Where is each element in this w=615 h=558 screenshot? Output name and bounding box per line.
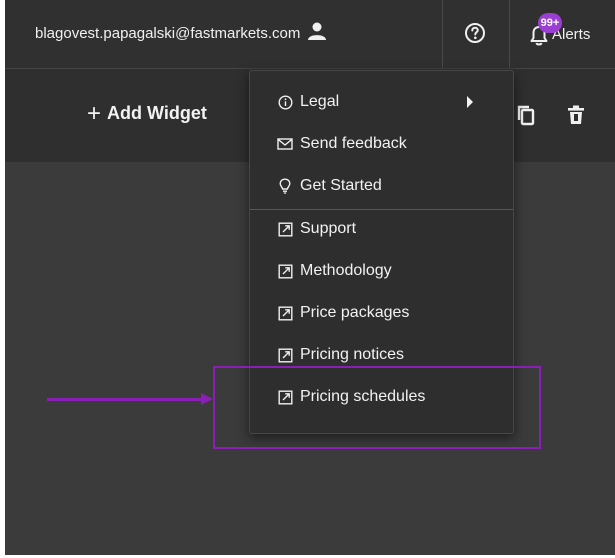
header-divider (442, 0, 443, 68)
external-link-icon (277, 221, 293, 237)
annotation-arrow-head (201, 393, 213, 405)
annotation-highlight-box (213, 366, 541, 449)
help-button[interactable] (463, 21, 487, 45)
menu-item-support[interactable]: Support (250, 210, 513, 248)
alerts-count-badge: 99+ (538, 13, 562, 33)
trash-icon (565, 105, 587, 130)
menu-item-label: Get Started (300, 177, 382, 194)
external-link-icon (277, 347, 293, 363)
delete-button[interactable] (565, 104, 587, 126)
menu-item-label: Methodology (300, 262, 392, 279)
copy-button[interactable] (515, 104, 537, 126)
menu-item-legal[interactable]: Legal (250, 83, 513, 121)
menu-item-label: Price packages (300, 304, 410, 321)
question-circle-icon (463, 23, 487, 49)
top-bar: blagovest.papagalski@fastmarkets.com 99+… (5, 0, 615, 69)
menu-item-label: Support (300, 220, 357, 237)
user-menu-button[interactable]: blagovest.papagalski@fastmarkets.com (35, 20, 327, 46)
bell-icon: 99+ (529, 13, 562, 46)
menu-item-send-feedback[interactable]: Send feedback (250, 125, 513, 163)
menu-item-label: Legal (300, 93, 340, 110)
envelope-icon (277, 136, 293, 152)
copy-icon (515, 105, 537, 130)
add-widget-button[interactable]: + Add Widget (87, 99, 207, 127)
lightbulb-icon (277, 178, 293, 194)
alerts-button[interactable]: 99+ Alerts (529, 13, 590, 54)
add-widget-label: Add Widget (107, 103, 207, 123)
annotation-arrow-line (47, 398, 205, 401)
user-icon (300, 22, 327, 44)
app-frame: blagovest.papagalski@fastmarkets.com 99+… (5, 0, 615, 555)
menu-item-methodology[interactable]: Methodology (250, 252, 513, 290)
header-divider (509, 0, 510, 68)
info-circle-icon (277, 94, 293, 110)
external-link-icon (277, 305, 293, 321)
menu-item-price-packages[interactable]: Price packages (250, 294, 513, 332)
chevron-right-icon (467, 96, 473, 108)
external-link-icon (277, 263, 293, 279)
menu-item-label: Pricing notices (300, 346, 405, 363)
menu-item-get-started[interactable]: Get Started (250, 167, 513, 205)
user-email: blagovest.papagalski@fastmarkets.com (35, 24, 301, 42)
menu-item-label: Send feedback (300, 135, 407, 152)
plus-icon: + (87, 99, 102, 127)
